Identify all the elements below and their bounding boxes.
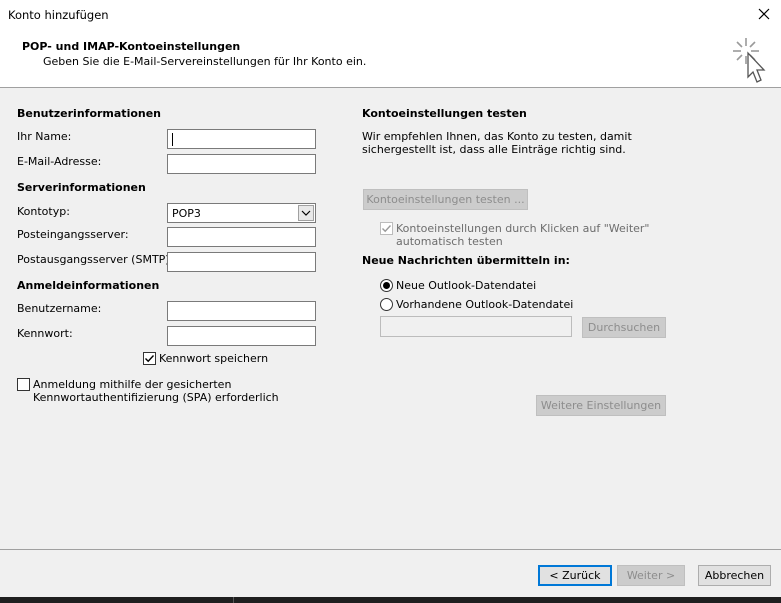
auto-test-label-line1[interactable]: Kontoeinstellungen durch Klicken auf "We…: [396, 222, 650, 235]
new-datafile-radio[interactable]: [380, 279, 393, 292]
deliver-to-heading: Neue Nachrichten übermitteln in:: [362, 254, 570, 267]
email-field[interactable]: [167, 154, 316, 174]
page-subtitle: Geben Sie die E-Mail-Servereinstellungen…: [43, 55, 367, 68]
name-input[interactable]: [168, 130, 315, 148]
auto-test-checkbox[interactable]: [380, 222, 393, 235]
sparkle-cursor-icon: [730, 35, 770, 88]
test-desc-line1: Wir empfehlen Ihnen, das Konto zu testen…: [362, 130, 632, 143]
username-input[interactable]: [168, 302, 315, 320]
checkmark-icon: [145, 355, 155, 363]
page-title: POP- und IMAP-Kontoeinstellungen: [22, 40, 241, 53]
test-settings-heading: Kontoeinstellungen testen: [362, 107, 527, 120]
test-account-button[interactable]: Kontoeinstellungen testen ...: [363, 189, 528, 210]
window-title: Konto hinzufügen: [8, 8, 109, 22]
taskbar-strip: [0, 597, 781, 603]
next-button[interactable]: Weiter >: [617, 565, 685, 586]
account-type-select[interactable]: POP3: [167, 203, 316, 223]
close-icon[interactable]: [754, 4, 774, 24]
outgoing-server-input[interactable]: [168, 253, 315, 271]
account-type-label: Kontotyp:: [17, 205, 70, 218]
existing-datafile-radio[interactable]: [380, 298, 393, 311]
browse-button[interactable]: Durchsuchen: [582, 317, 666, 338]
spa-checkbox[interactable]: [17, 378, 30, 391]
wizard-header: POP- und IMAP-Kontoeinstellungen Geben S…: [0, 30, 781, 88]
title-bar: Konto hinzufügen: [0, 0, 781, 30]
back-button[interactable]: < Zurück: [538, 565, 612, 586]
outgoing-server-field[interactable]: [167, 252, 316, 272]
username-field[interactable]: [167, 301, 316, 321]
existing-datafile-path-field[interactable]: [380, 316, 572, 337]
incoming-server-label: Posteingangsserver:: [17, 228, 129, 241]
existing-datafile-path-input[interactable]: [381, 317, 571, 336]
text-caret: [172, 133, 173, 146]
save-password-label[interactable]: Kennwort speichern: [159, 352, 268, 365]
incoming-server-input[interactable]: [168, 228, 315, 246]
password-field[interactable]: [167, 326, 316, 346]
password-label: Kennwort:: [17, 327, 73, 340]
checkmark-icon: [382, 225, 392, 233]
name-field[interactable]: [167, 129, 316, 149]
taskbar-separator: [233, 597, 234, 603]
name-label: Ihr Name:: [17, 130, 72, 143]
more-settings-button[interactable]: Weitere Einstellungen: [536, 395, 666, 416]
incoming-server-field[interactable]: [167, 227, 316, 247]
save-password-checkbox[interactable]: [143, 352, 156, 365]
email-label: E-Mail-Adresse:: [17, 155, 102, 168]
account-type-value: POP3: [172, 207, 201, 220]
server-info-heading: Serverinformationen: [17, 181, 146, 194]
footer-divider: [0, 549, 781, 550]
user-info-heading: Benutzerinformationen: [17, 107, 162, 120]
radio-selected-dot: [383, 282, 390, 289]
test-desc-line2: sichergestellt ist, dass alle Einträge r…: [362, 143, 626, 156]
outgoing-server-label: Postausgangsserver (SMTP):: [17, 253, 174, 266]
auto-test-label-line2[interactable]: automatisch testen: [396, 235, 503, 248]
cancel-button[interactable]: Abbrechen: [698, 565, 771, 586]
chevron-down-icon[interactable]: [298, 205, 314, 221]
login-info-heading: Anmeldeinformationen: [17, 279, 160, 292]
username-label: Benutzername:: [17, 302, 102, 315]
password-input[interactable]: [168, 327, 315, 345]
existing-datafile-label[interactable]: Vorhandene Outlook-Datendatei: [396, 298, 573, 311]
spa-label-line1[interactable]: Anmeldung mithilfe der gesicherten: [33, 378, 231, 391]
email-input[interactable]: [168, 155, 315, 173]
new-datafile-label[interactable]: Neue Outlook-Datendatei: [396, 279, 536, 292]
spa-label-line2[interactable]: Kennwortauthentifizierung (SPA) erforder…: [33, 391, 279, 404]
